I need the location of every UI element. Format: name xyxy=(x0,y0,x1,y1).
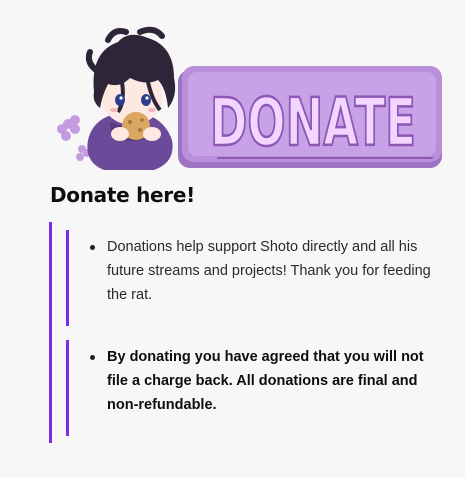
panel-title: Donate here! xyxy=(50,183,195,207)
donation-terms-list: By donating you have agreed that you wil… xyxy=(90,345,440,417)
list-item: Donations help support Shoto directly an… xyxy=(90,235,440,307)
list-item: By donating you have agreed that you wil… xyxy=(90,345,440,417)
banner-text: DONATE xyxy=(210,84,416,161)
blockquote-outer-bar xyxy=(49,222,52,443)
list-item-text: By donating you have agreed that you wil… xyxy=(107,349,424,413)
bullet-icon xyxy=(90,355,95,360)
blockquote-inner-bar xyxy=(66,230,69,326)
donation-info-list: Donations help support Shoto directly an… xyxy=(90,235,440,307)
list-item-text: Donations help support Shoto directly an… xyxy=(107,239,431,303)
chibi-character-illustration xyxy=(85,26,176,170)
donate-banner-image[interactable]: DONATE xyxy=(50,12,445,170)
flower-decoration-icon xyxy=(57,115,91,161)
bullet-icon xyxy=(90,245,95,250)
blockquote-inner-bar xyxy=(66,340,69,436)
